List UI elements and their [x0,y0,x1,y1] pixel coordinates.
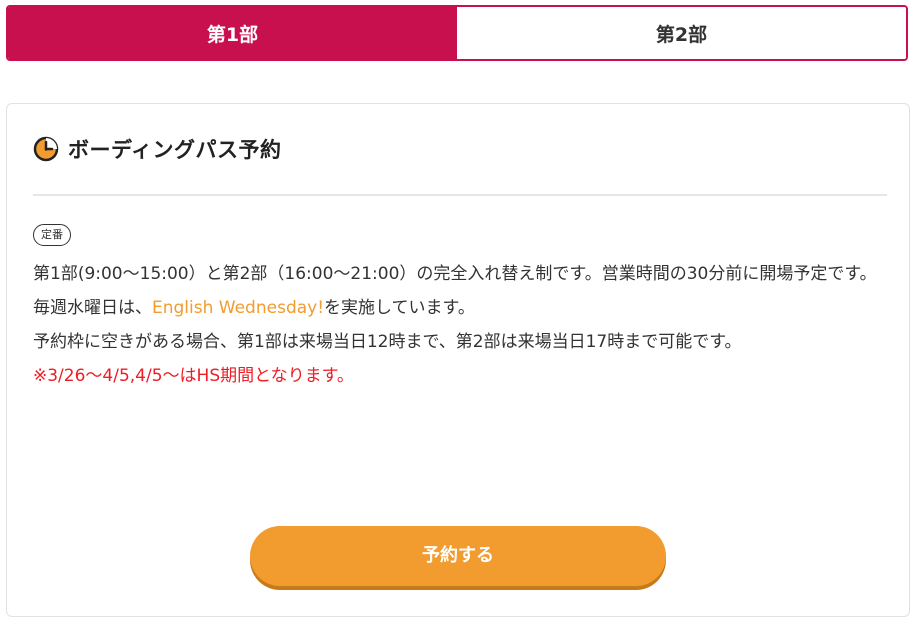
card-title: ボーディングパス予約 [68,138,282,162]
english-wednesday-highlight: English Wednesday! [152,298,325,318]
section-tabs: 第1部 第2部 [6,5,908,61]
wednesday-suffix: を実施しています。 [324,298,475,318]
card-header: ボーディングパス予約 [33,134,282,164]
divider [33,194,887,196]
clock-icon [33,136,59,162]
hs-period-notice: ※3/26〜4/5,4/5〜はHS期間となります。 [33,366,354,386]
boarding-pass-card: ボーディングパス予約 定番 第1部(9:00〜15:00）と第2部（16:00〜… [6,103,910,617]
wednesday-prefix: 毎週水曜日は、 [33,298,152,318]
standard-badge: 定番 [33,224,71,246]
schedule-text: 第1部(9:00〜15:00）と第2部（16:00〜21:00）の完全入れ替え制… [33,264,877,284]
tab-part-2[interactable]: 第2部 [457,7,906,59]
reserve-button[interactable]: 予約する [250,526,666,586]
card-content: 第1部(9:00〜15:00）と第2部（16:00〜21:00）の完全入れ替え制… [33,257,891,393]
tab-part-1[interactable]: 第1部 [8,7,457,59]
wednesday-text: 毎週水曜日は、English Wednesday!を実施しています。 [33,291,891,325]
availability-text: 予約枠に空きがある場合、第1部は来場当日12時まで、第2部は来場当日17時まで可… [33,332,742,352]
